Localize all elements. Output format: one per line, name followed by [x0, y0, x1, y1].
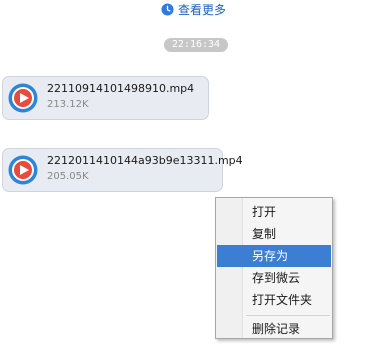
view-more-label: 查看更多 [178, 2, 227, 17]
file-name: 2212011410144a93b9e13311.mp4 [47, 154, 243, 167]
menu-item-open-folder[interactable]: 打开文件夹 [216, 289, 332, 311]
view-more-link[interactable]: 查看更多 [161, 1, 226, 17]
menu-item-save-to-weiyun[interactable]: 存到微云 [216, 267, 332, 289]
file-name: 22110914101498910.mp4 [47, 82, 195, 95]
clock-icon [161, 2, 174, 16]
file-size: 213.12K [47, 99, 89, 110]
menu-item-delete-record[interactable]: 删除记录 [216, 318, 332, 340]
video-play-icon [8, 155, 38, 185]
menu-item-copy[interactable]: 复制 [216, 223, 332, 245]
file-size: 205.05K [47, 171, 89, 182]
context-menu: 打开 复制 另存为 存到微云 打开文件夹 删除记录 [215, 197, 333, 339]
menu-item-open[interactable]: 打开 [216, 201, 332, 223]
menu-separator [246, 315, 330, 316]
video-play-icon [8, 83, 38, 113]
menu-item-save-as[interactable]: 另存为 [217, 245, 331, 267]
timestamp-badge: 22:16:34 [164, 38, 228, 52]
file-message-bubble[interactable]: 22110914101498910.mp4 213.12K [2, 76, 209, 120]
file-message-bubble[interactable]: 2212011410144a93b9e13311.mp4 205.05K [2, 148, 243, 192]
